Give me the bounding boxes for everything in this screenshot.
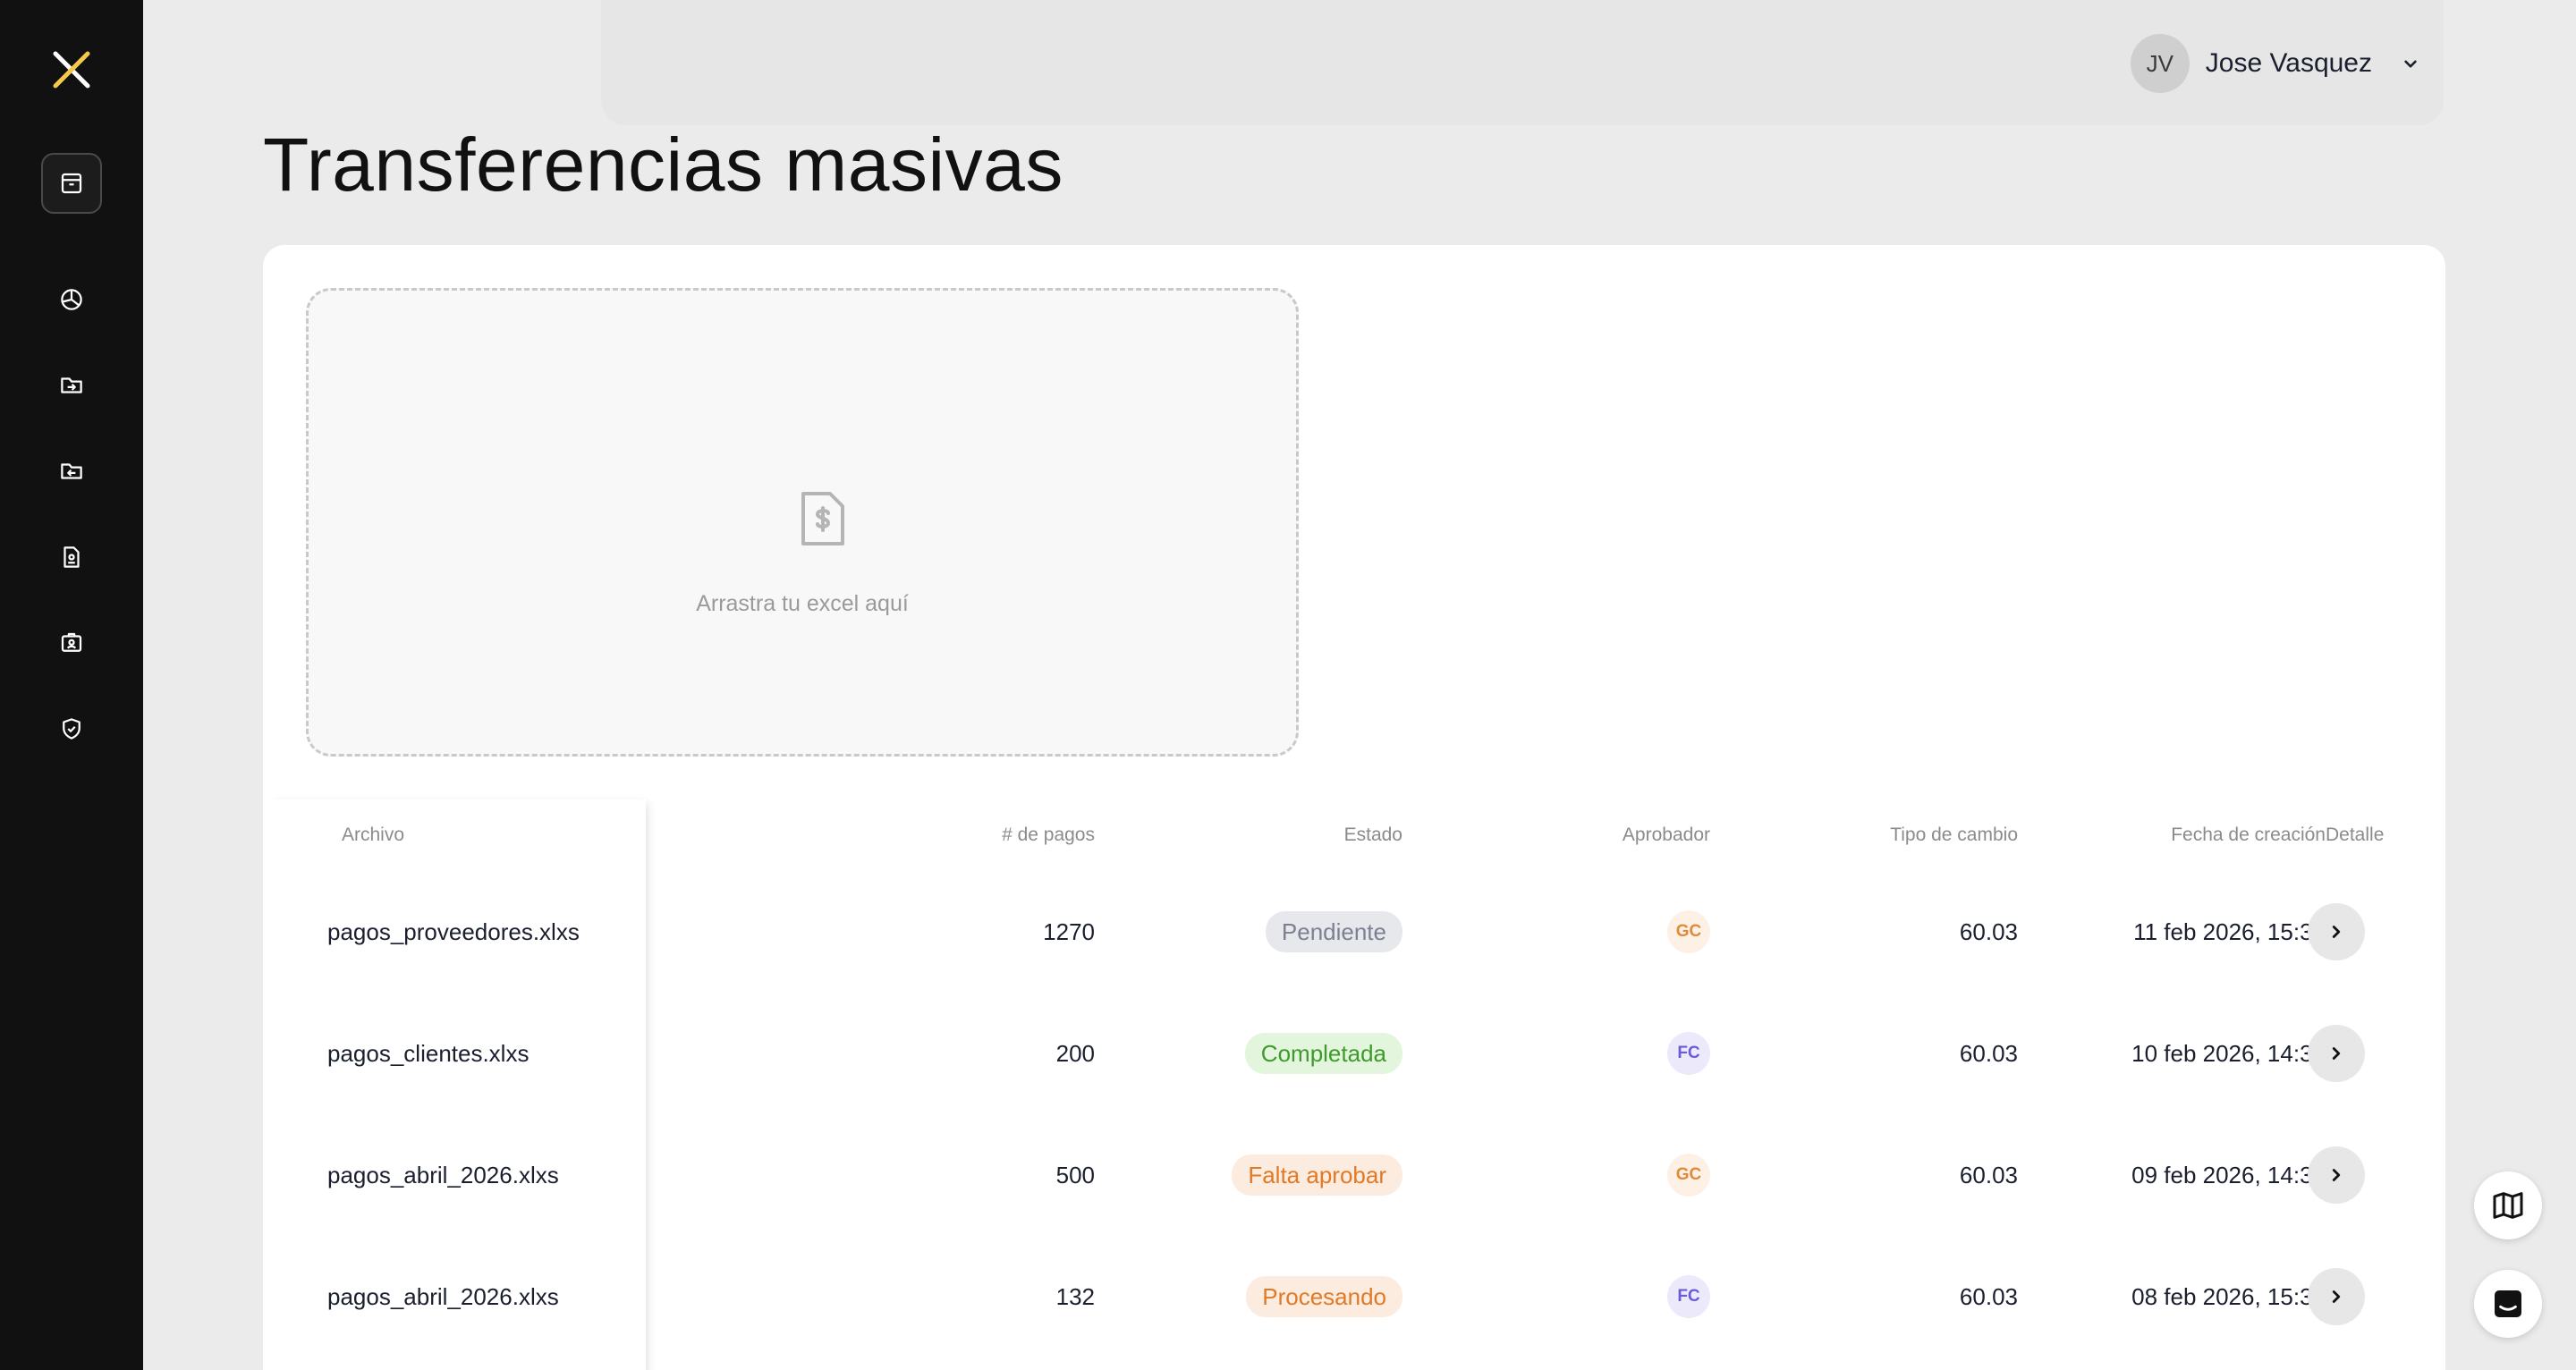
chevron-down-icon[interactable] <box>2399 52 2422 75</box>
payment-count: 500 <box>1055 1161 1095 1188</box>
payment-count: 1270 <box>1043 918 1095 945</box>
nav-dashboard[interactable] <box>41 269 102 330</box>
user-menu[interactable]: JV Jose Vasquez <box>2130 34 2444 93</box>
map-button[interactable] <box>2474 1171 2542 1239</box>
detail-button[interactable] <box>2308 1146 2365 1204</box>
folder-in-icon <box>61 377 82 393</box>
folder-out-icon <box>61 463 82 479</box>
file-name[interactable]: pagos_abril_2026.xlxs <box>327 1236 559 1357</box>
nav-security[interactable] <box>41 698 102 759</box>
avatar: JV <box>2130 34 2190 93</box>
col-detalle: Detalle <box>2326 825 2385 845</box>
detail-button[interactable] <box>2308 1025 2365 1082</box>
file-name[interactable]: pagos_clientes.xlxs <box>327 993 529 1114</box>
nav-archive[interactable] <box>41 153 102 214</box>
detail-button[interactable] <box>2308 903 2365 960</box>
file-dropzone[interactable]: Arrastra tu excel aquí <box>306 288 1299 757</box>
id-card-icon <box>61 632 82 652</box>
col-pagos: # de pagos <box>1002 825 1095 845</box>
created-date: 08 feb 2026, 15:30 <box>2131 1282 2326 1310</box>
chat-button[interactable] <box>2474 1270 2542 1338</box>
map-icon <box>2493 1192 2523 1219</box>
table-row[interactable]: pagos_abril_2026.xlxs 500 Falta aprobar GC 6… <box>263 1114 2445 1236</box>
status-badge: Procesando <box>1246 1276 1402 1317</box>
chevron-right-icon <box>2332 926 2341 938</box>
created-date: 10 feb 2026, 14:35 <box>2131 1039 2326 1067</box>
table-header: Archivo # de pagos Estado Aprobador Tipo… <box>263 799 2445 871</box>
file-name[interactable]: pagos_proveedores.xlxs <box>327 871 580 993</box>
col-archivo: Archivo <box>342 825 405 845</box>
chat-icon <box>2495 1290 2521 1317</box>
payment-count: 132 <box>1055 1282 1095 1310</box>
approver-avatar: GC <box>1667 910 1710 953</box>
user-name: Jose Vasquez <box>2205 48 2372 78</box>
exchange-rate: 60.03 <box>1959 1282 2018 1310</box>
pie-chart-icon <box>61 289 82 310</box>
document-user-icon <box>64 546 80 568</box>
exchange-rate: 60.03 <box>1959 918 2018 945</box>
table-row[interactable]: pagos_clientes.xlxs 200 Completada FC 60.03 1… <box>263 993 2445 1114</box>
created-date: 09 feb 2026, 14:35 <box>2131 1161 2326 1188</box>
nav-outgoing[interactable] <box>41 441 102 502</box>
approver-avatar: FC <box>1667 1032 1710 1075</box>
approver-avatar: GC <box>1667 1154 1710 1197</box>
file-name[interactable]: pagos_abril_2026.xlxs <box>327 1114 559 1236</box>
x-logo[interactable] <box>50 48 93 91</box>
chevron-right-icon <box>2332 1169 2341 1181</box>
sidebar <box>0 0 143 1370</box>
created-date: 11 feb 2026, 15:30 <box>2133 918 2326 945</box>
detail-button[interactable] <box>2308 1268 2365 1325</box>
table-row[interactable]: pagos_proveedores.xlxs 1270 Pendiente GC 60.… <box>263 871 2445 993</box>
main-card: Arrastra tu excel aquí Archivo # de pago… <box>263 245 2445 1370</box>
table-row[interactable]: pagos_abril_2026.xlxs 132 Procesando FC 60.0… <box>263 1236 2445 1357</box>
payment-count: 200 <box>1055 1039 1095 1067</box>
nav-incoming[interactable] <box>41 355 102 416</box>
exchange-rate: 60.03 <box>1959 1039 2018 1067</box>
page-title: Transferencias masivas <box>263 123 1063 207</box>
col-estado: Estado <box>1343 825 1402 845</box>
status-badge: Pendiente <box>1265 911 1402 952</box>
exchange-rate: 60.03 <box>1959 1161 2018 1188</box>
nav-documents[interactable] <box>41 527 102 588</box>
approver-avatar: FC <box>1667 1275 1710 1318</box>
chevron-right-icon <box>2332 1290 2341 1303</box>
dropzone-text: Arrastra tu excel aquí <box>696 591 909 616</box>
status-badge: Falta aprobar <box>1232 1154 1402 1196</box>
chevron-right-icon <box>2332 1047 2341 1060</box>
archive-icon <box>61 173 82 194</box>
col-fecha: Fecha de creación <box>2171 825 2326 845</box>
col-aprobador: Aprobador <box>1622 825 1710 845</box>
status-badge: Completada <box>1244 1033 1402 1074</box>
col-tipo-cambio: Tipo de cambio <box>1890 825 2018 845</box>
shield-check-icon <box>63 718 80 740</box>
top-bar: JV Jose Vasquez <box>601 0 2444 125</box>
file-dollar-icon <box>801 492 844 545</box>
nav-profile[interactable] <box>41 613 102 673</box>
